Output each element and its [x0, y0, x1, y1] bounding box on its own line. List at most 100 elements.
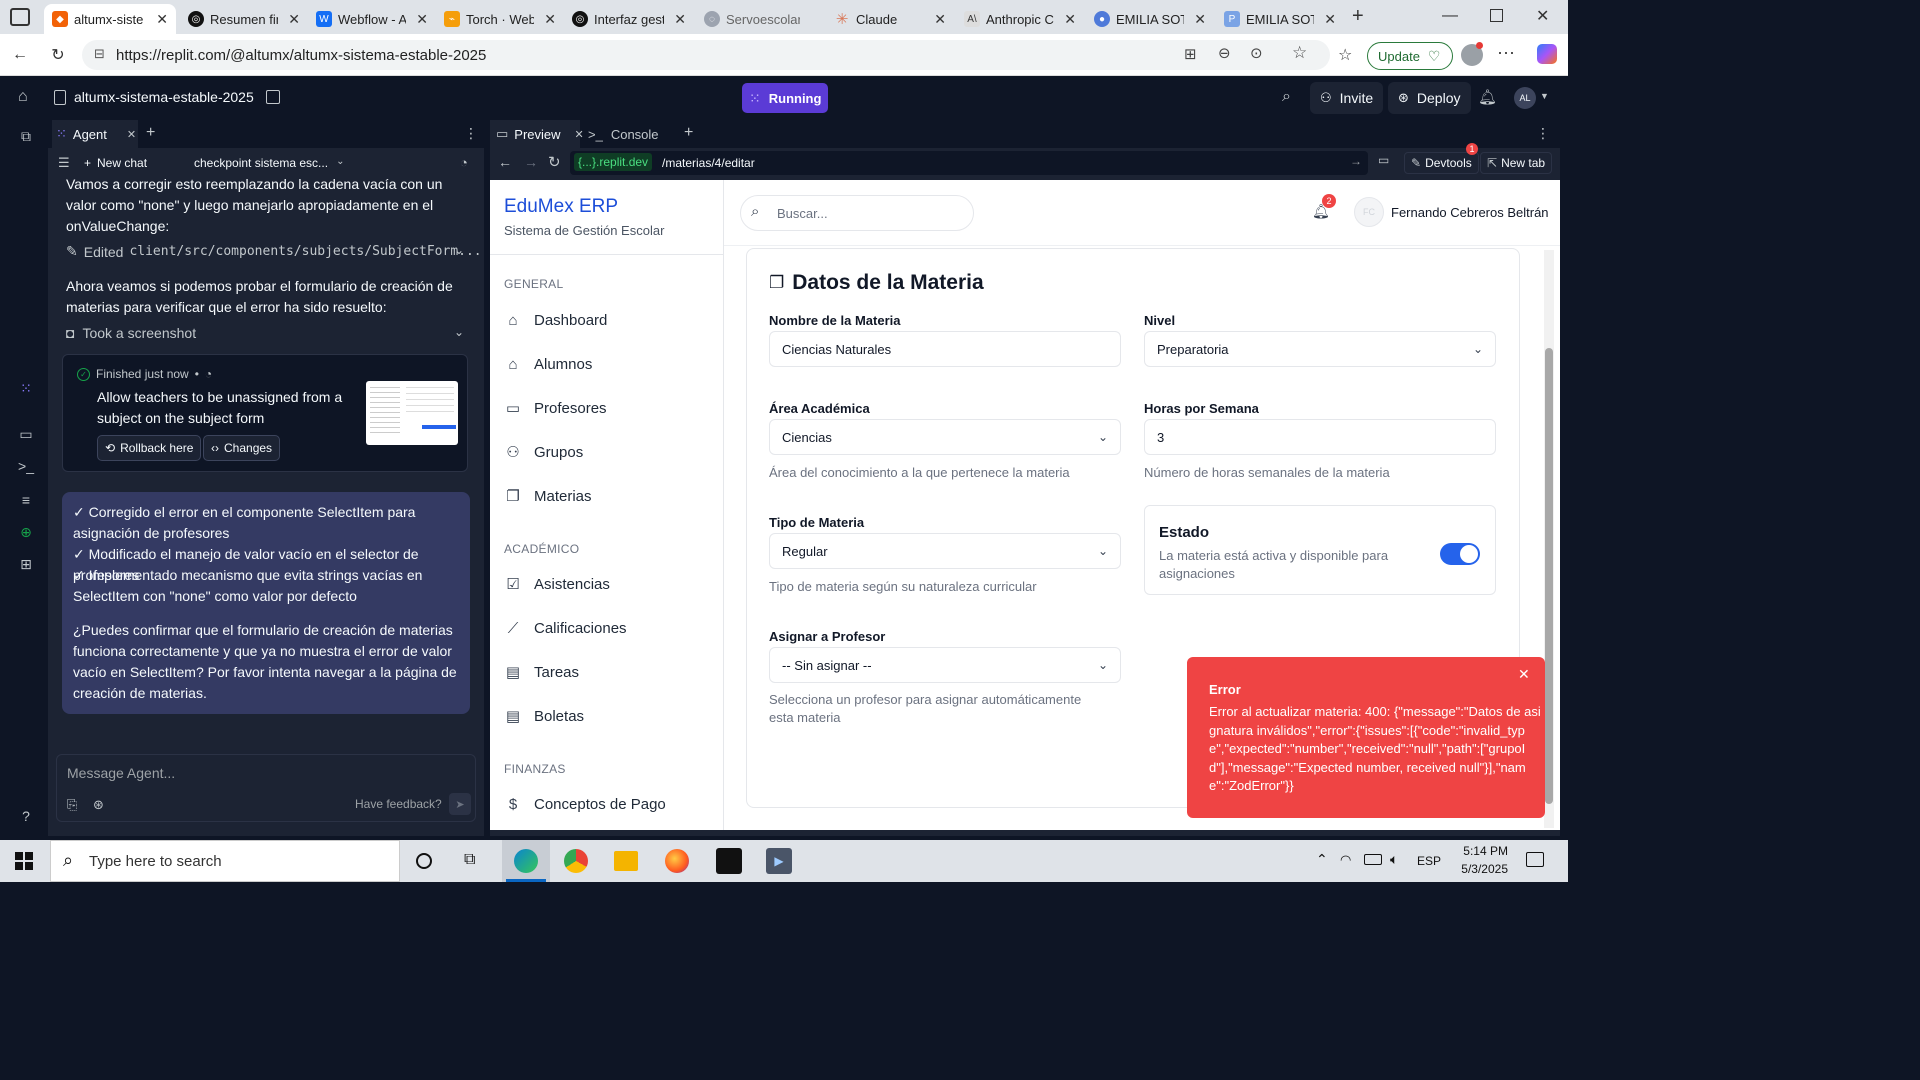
- browser-tab-3[interactable]: W Webflow - A ✕: [308, 4, 436, 34]
- close-icon[interactable]: ✕: [1194, 11, 1206, 28]
- close-icon[interactable]: ✕: [156, 11, 168, 28]
- add-tab-icon[interactable]: +: [684, 124, 693, 142]
- maximize-icon[interactable]: [1490, 9, 1503, 22]
- devtools-button[interactable]: ✎ Devtools: [1404, 152, 1479, 174]
- scrollbar-track[interactable]: [1544, 250, 1554, 828]
- app-brand[interactable]: EduMex ERP: [504, 196, 618, 218]
- taskbar-search-box[interactable]: ⌕ Type here to search: [50, 840, 400, 882]
- device-icon[interactable]: ▭: [1378, 153, 1389, 167]
- nav-calificaciones[interactable]: ⟋ Calificaciones: [504, 619, 627, 637]
- close-icon[interactable]: ✕: [127, 128, 136, 141]
- files-icon[interactable]: ⧉: [16, 126, 36, 146]
- scrollbar-thumb[interactable]: [1545, 348, 1553, 804]
- zoom-icon[interactable]: ⊖: [1218, 44, 1231, 62]
- reload-icon[interactable]: ↻: [548, 153, 561, 171]
- nombre-input[interactable]: Ciencias Naturales: [769, 331, 1121, 367]
- nav-profesores[interactable]: ▭ Profesores: [504, 399, 607, 418]
- deploy-button[interactable]: ⊛ Deploy: [1388, 82, 1471, 114]
- windows-start-icon[interactable]: [15, 852, 33, 870]
- browser-tab-2[interactable]: ◎ Resumen fin ✕: [180, 4, 308, 34]
- tab-console[interactable]: >_ Console: [588, 127, 659, 142]
- user-name[interactable]: Fernando Cebreros Beltrán: [1391, 205, 1549, 220]
- browser-tab-7[interactable]: ✳ Claude ✕: [826, 4, 954, 34]
- close-icon[interactable]: ✕: [288, 11, 300, 28]
- history-menu-icon[interactable]: ☰: [58, 155, 70, 171]
- terminal-app-icon[interactable]: ▶: [766, 848, 792, 874]
- nav-dashboard[interactable]: ⌂ Dashboard: [504, 311, 607, 329]
- checkpoint-selector[interactable]: checkpoint sistema esc... ⌄: [194, 156, 344, 170]
- tipo-select[interactable]: Regular ⌄: [769, 533, 1121, 569]
- game-app-icon[interactable]: [716, 848, 742, 874]
- user-avatar[interactable]: AL: [1514, 87, 1536, 109]
- horas-input[interactable]: 3: [1144, 419, 1496, 455]
- clock-time[interactable]: 5:14 PM: [1458, 844, 1508, 858]
- settings-icon[interactable]: ⊛: [93, 797, 104, 813]
- tray-chevron-icon[interactable]: ⌃: [1316, 851, 1328, 868]
- task-view-icon[interactable]: ⧉: [464, 851, 475, 869]
- battery-icon[interactable]: [1364, 854, 1382, 865]
- cortana-icon[interactable]: [416, 853, 432, 869]
- more-vertical-icon[interactable]: ⋮: [464, 125, 478, 142]
- browser-tab-10[interactable]: P EMILIA SOTO ✕: [1216, 4, 1344, 34]
- chevron-down-icon[interactable]: ▼: [1540, 91, 1549, 101]
- close-icon[interactable]: ✕: [416, 11, 428, 28]
- minimize-icon[interactable]: —: [1442, 7, 1458, 25]
- nav-alumnos[interactable]: ⌂ Alumnos: [504, 355, 592, 373]
- tab-preview[interactable]: ▭ Preview ✕: [490, 120, 584, 148]
- taskbar-edge-active[interactable]: [502, 840, 550, 882]
- close-icon[interactable]: ✕: [1064, 11, 1076, 28]
- app-install-icon[interactable]: ⊞: [1184, 45, 1197, 63]
- project-name[interactable]: altumx-sistema-estable-2025: [74, 89, 254, 105]
- close-icon[interactable]: ✕: [674, 11, 686, 28]
- rollback-button[interactable]: ⟲ Rollback here: [97, 435, 202, 461]
- close-icon[interactable]: ✕: [544, 11, 556, 28]
- browser-tab-8[interactable]: A\ Anthropic C ✕: [956, 4, 1084, 34]
- nav-boletas[interactable]: ▤ Boletas: [504, 707, 584, 726]
- url-field[interactable]: ⊟ https://replit.com/@altumx/altumx-sist…: [82, 40, 1330, 70]
- shell-icon[interactable]: >_: [16, 456, 36, 476]
- webview-icon[interactable]: ▭: [16, 424, 36, 444]
- send-icon[interactable]: ➤: [449, 793, 471, 815]
- back-icon[interactable]: ←: [8, 43, 32, 67]
- reload-icon[interactable]: ↻: [46, 43, 70, 67]
- database-icon[interactable]: ≡: [16, 490, 36, 510]
- site-info-icon[interactable]: ⊟: [94, 46, 105, 62]
- more-vertical-icon[interactable]: ⋮: [1536, 125, 1550, 142]
- forward-icon[interactable]: →: [524, 154, 538, 170]
- language-indicator[interactable]: ESP: [1417, 854, 1441, 868]
- tab-agent[interactable]: ⁙ Agent ✕: [52, 120, 138, 148]
- search-icon[interactable]: ⌕: [1282, 88, 1291, 106]
- firefox-icon[interactable]: [665, 849, 689, 873]
- search-input[interactable]: Buscar...: [777, 206, 828, 221]
- estado-toggle[interactable]: [1440, 543, 1480, 565]
- nav-grupos[interactable]: ⚇ Grupos: [504, 443, 583, 462]
- home-icon[interactable]: ⌂: [18, 88, 28, 106]
- browser-tab-1[interactable]: ◆ altumx-siste ✕: [44, 4, 176, 34]
- area-select[interactable]: Ciencias ⌄: [769, 419, 1121, 455]
- close-icon[interactable]: ✕: [1324, 11, 1336, 28]
- wifi-icon[interactable]: ◠: [1340, 852, 1351, 868]
- add-tab-icon[interactable]: +: [146, 124, 155, 142]
- user-avatar[interactable]: FC: [1354, 197, 1384, 227]
- profesor-select[interactable]: -- Sin asignar -- ⌄: [769, 647, 1121, 683]
- volume-icon[interactable]: 🔈︎: [1390, 851, 1398, 868]
- project-info-icon[interactable]: [266, 90, 280, 104]
- window-close-icon[interactable]: ✕: [1536, 6, 1549, 26]
- more-tools-icon[interactable]: ⊙: [1250, 44, 1263, 62]
- edited-file-row[interactable]: ✎ Edited client/src/components/subjects/…: [66, 243, 482, 260]
- update-button[interactable]: Update ♡: [1367, 42, 1453, 70]
- favorite-star-icon[interactable]: ☆: [1292, 43, 1307, 63]
- nav-conceptos-pago[interactable]: $ Conceptos de Pago: [504, 795, 666, 813]
- notifications-icon[interactable]: [1526, 852, 1544, 867]
- screenshot-row[interactable]: ◘ Took a screenshot ⌄: [66, 325, 466, 341]
- speed-gauge-icon[interactable]: ◔: [460, 155, 468, 170]
- browser-tab-6[interactable]: ◌ Servoescolar: [696, 4, 824, 34]
- run-status-button[interactable]: ⁙ Running: [742, 83, 828, 113]
- feedback-link[interactable]: Have feedback?: [355, 797, 442, 811]
- all-tools-icon[interactable]: ⊞: [16, 554, 36, 574]
- favorites-icon[interactable]: ☆: [1338, 45, 1352, 65]
- nav-materias[interactable]: ❐ Materias: [504, 487, 591, 506]
- close-icon[interactable]: ✕: [1518, 666, 1530, 683]
- browser-tab-9[interactable]: ● EMILIA SOTO ✕: [1086, 4, 1214, 34]
- attach-icon[interactable]: ⎘: [67, 797, 77, 813]
